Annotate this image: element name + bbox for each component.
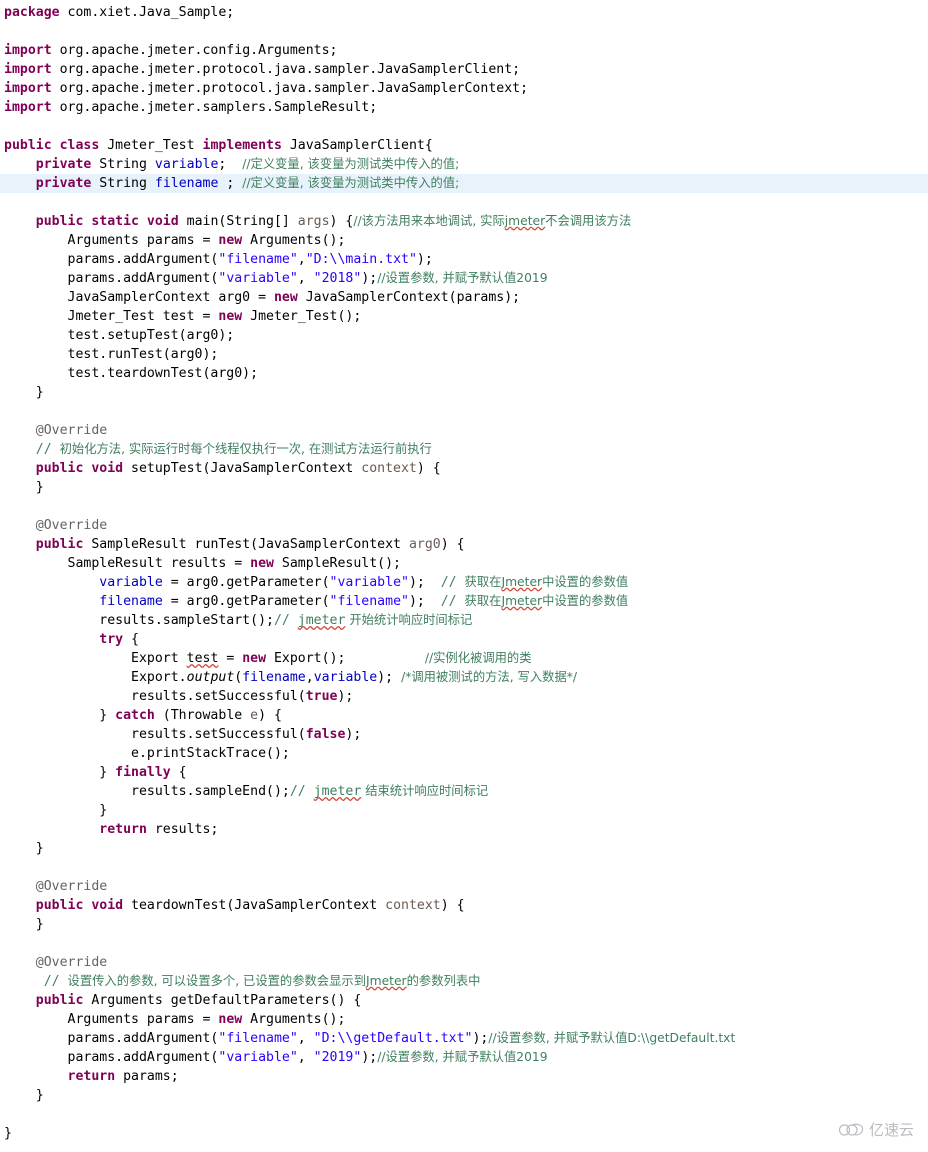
code-line: @Override [35,518,108,533]
code-line: // 设置传入的参数, 可以设置多个, 已设置的参数会显示到Jmeter的参数列… [43,974,481,989]
code-line: } catch (Throwable e) { [4,708,282,723]
code-line: return results; [99,822,219,837]
code-line: } [4,1126,12,1141]
code-line: Export.output(filename,variable); /*调用被测… [4,670,578,685]
code-line: results.setSuccessful(true); [4,689,354,704]
code-line: @Override [35,423,108,438]
code-line: JavaSamplerContext arg0 = new JavaSample… [4,290,521,305]
code-line: e.printStackTrace(); [4,746,290,761]
code-line: results.setSuccessful(false); [4,727,362,742]
code-line: test.teardownTest(arg0); [4,366,259,381]
code-line: filename = arg0.getParameter("filename")… [99,594,629,609]
code-line: Export test = new Export(); //实例化被调用的类 [4,651,532,666]
code-line: Arguments params = new Arguments(); [4,233,346,248]
code-line: @Override [35,879,108,894]
cloud-icon [838,1122,864,1137]
code-line: } [4,480,44,495]
code-line: Jmeter_Test test = new Jmeter_Test(); [4,309,362,324]
code-line: Arguments params = new Arguments(); [4,1012,346,1027]
code-line: private String variable; //定义变量, 该变量为测试类… [35,157,460,172]
code-line: import org.apache.jmeter.protocol.java.s… [4,62,521,77]
code-line: @Override [35,955,108,970]
code-line: variable = arg0.getParameter("variable")… [99,575,629,590]
code-line: import org.apache.jmeter.protocol.java.s… [4,81,529,96]
watermark: 亿速云 [838,1119,914,1140]
code-line: import org.apache.jmeter.config.Argument… [4,43,338,58]
code-line: // 初始化方法, 实际运行时每个线程仅执行一次, 在测试方法运行前执行 [35,442,432,457]
code-line: results.sampleStart();// jmeter 开始统计响应时间… [4,613,473,628]
code-line: } [4,841,44,856]
watermark-label: 亿速云 [868,1121,914,1139]
code-line: try { [99,632,139,647]
code-line: params.addArgument("filename", "D:\\getD… [4,1031,736,1046]
code-line: public void teardownTest(JavaSamplerCont… [35,898,465,913]
code-line: public SampleResult runTest(JavaSamplerC… [35,537,465,552]
code-line: params.addArgument("variable", "2018");/… [4,271,548,286]
code-line: test.runTest(arg0); [4,347,219,362]
code-line: } finally { [4,765,187,780]
code-line: params.addArgument("variable", "2019");/… [4,1050,548,1065]
code-line: public class Jmeter_Test implements Java… [4,138,433,153]
code-editor[interactable]: package com.xiet.Java_Sample; import org… [0,0,928,1152]
code-line: test.setupTest(arg0); [4,328,235,343]
code-line: } [4,803,108,818]
code-line: SampleResult results = new SampleResult(… [4,556,402,571]
code-line: } [4,385,44,400]
code-line: public static void main(String[] args) {… [35,214,632,229]
code-line: } [4,1088,44,1103]
code-line-current[interactable]: private String filename ; //定义变量, 该变量为测试… [0,174,928,193]
code-line: public Arguments getDefaultParameters() … [35,993,362,1008]
code-line: params.addArgument("filename","D:\\main.… [4,252,433,267]
code-line: } [4,917,44,932]
code-line: return params; [67,1069,179,1084]
code-line: results.sampleEnd();// jmeter 结束统计响应时间标记 [4,784,489,799]
code-line: import org.apache.jmeter.samplers.Sample… [4,100,378,115]
code-line: package com.xiet.Java_Sample; [4,5,235,20]
code-line: public void setupTest(JavaSamplerContext… [35,461,441,476]
